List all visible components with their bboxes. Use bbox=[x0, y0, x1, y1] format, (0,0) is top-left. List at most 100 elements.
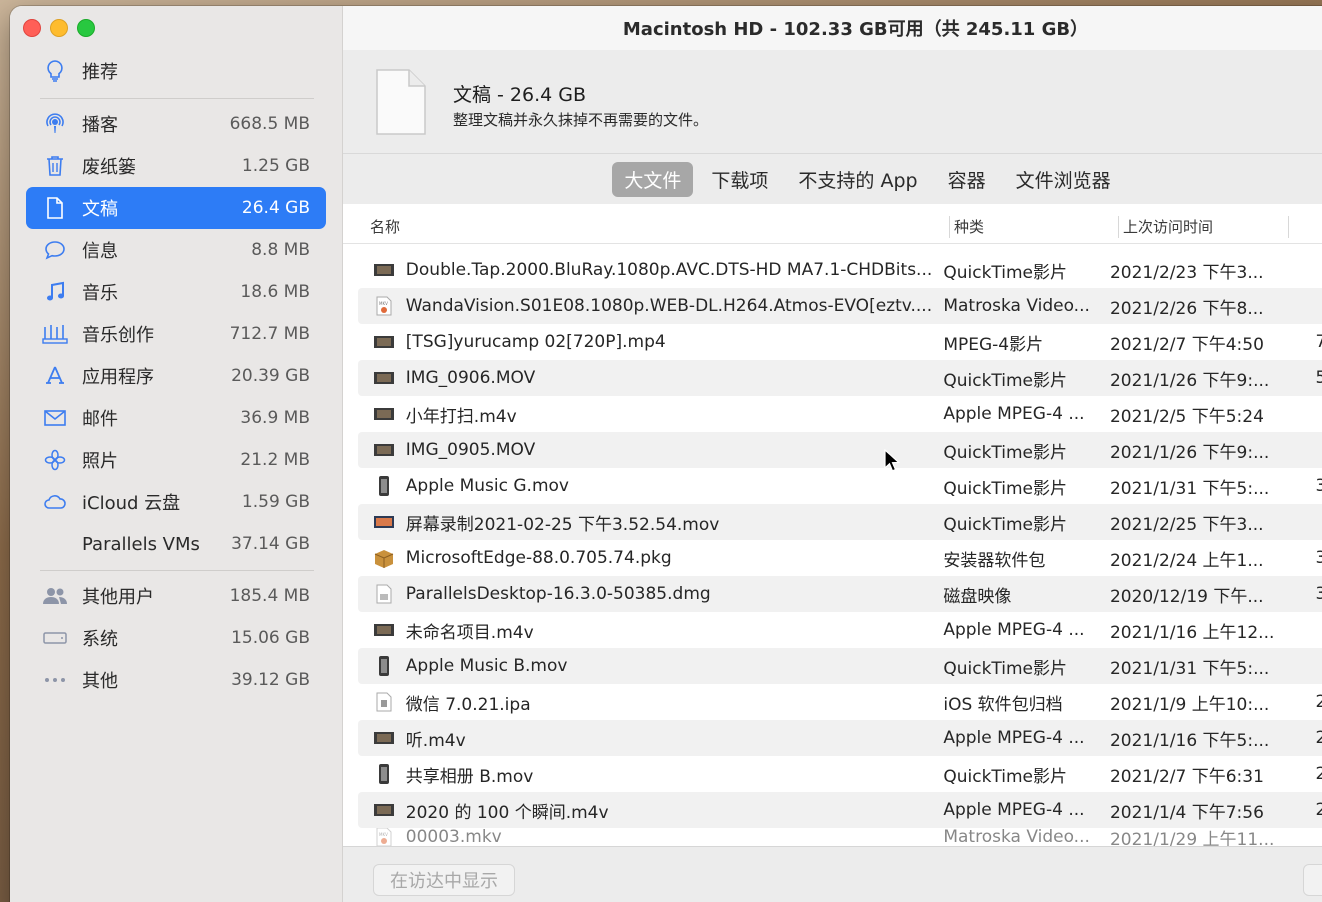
table-row[interactable]: 未命名项目.m4v Apple MPEG-4 ... 2021/1/16 上午12.… bbox=[358, 612, 1322, 648]
file-kind: MPEG-4影片 bbox=[943, 334, 1044, 355]
file-size: 4 bbox=[1288, 440, 1322, 460]
table-row[interactable]: Apple Music G.mov QuickTime影片 2021/1/31 下午… bbox=[358, 468, 1322, 504]
sidebar-item-icloud-drive[interactable]: iCloud 云盘 1.59 GB bbox=[26, 481, 326, 523]
delete-button[interactable] bbox=[1303, 864, 1322, 896]
sidebar-item-trash[interactable]: 废纸篓 1.25 GB bbox=[26, 145, 326, 187]
sidebar-item-music-creation[interactable]: 音乐创作 712.7 MB bbox=[26, 313, 326, 355]
file-size: 287 bbox=[1315, 692, 1322, 712]
table-row[interactable]: 小年打扫.m4v Apple MPEG-4 ... 2021/2/5 下午5:24 4… bbox=[358, 396, 1322, 432]
file-last-access: 2021/2/7 下午6:31 bbox=[1109, 766, 1264, 787]
photos-icon bbox=[40, 445, 70, 475]
sidebar-item-messages[interactable]: 信息 8.8 MB bbox=[26, 229, 326, 271]
table-row[interactable]: IMG_0905.MOV QuickTime影片 2021/1/26 下午9:...… bbox=[358, 432, 1322, 468]
table-row[interactable]: 共享相册 B.mov QuickTime影片 2021/2/7 下午6:31 258 bbox=[358, 756, 1322, 792]
table-header: 名称 种类 上次访问时间 bbox=[343, 204, 1322, 244]
file-kind: QuickTime影片 bbox=[943, 478, 1068, 499]
category-description: 整理文稿并永久抹掉不再需要的文件。 bbox=[453, 111, 709, 129]
file-kind: QuickTime影片 bbox=[943, 370, 1068, 391]
table-row[interactable]: MKV WandaVision.S01E08.1080p.WEB-DL.H264.… bbox=[358, 288, 1322, 324]
file-last-access: 2020/12/19 下午... bbox=[1109, 586, 1264, 607]
sidebar: 推荐 播客 668.5 MB 废纸篓 1.25 GB 文稿 26.4 GB 信息… bbox=[10, 6, 343, 902]
sidebar-item-photos[interactable]: 照片 21.2 MB bbox=[26, 439, 326, 481]
file-kind: Matroska Video... bbox=[943, 828, 1090, 846]
sidebar-item-recommendations[interactable]: 推荐 bbox=[26, 50, 326, 92]
table-row[interactable]: 听.m4v Apple MPEG-4 ... 2021/1/16 下午5:... 26… bbox=[358, 720, 1322, 756]
table-row[interactable]: 2020 的 100 个瞬间.m4v Apple MPEG-4 ... 2021/1… bbox=[358, 792, 1322, 828]
file-name: ParallelsDesktop-16.3.0-50385.dmg bbox=[405, 584, 711, 604]
file-name: [TSG]yurucamp 02[720P].mp4 bbox=[405, 332, 666, 352]
file-name: 共享相册 B.mov bbox=[405, 766, 534, 787]
video-thumbnail-icon bbox=[372, 800, 396, 820]
sidebar-item-mail[interactable]: 邮件 36.9 MB bbox=[26, 397, 326, 439]
column-header-kind[interactable]: 种类 bbox=[954, 216, 984, 237]
zoom-window-button[interactable] bbox=[77, 19, 95, 37]
minimize-window-button[interactable] bbox=[50, 19, 68, 37]
file-kind: QuickTime影片 bbox=[943, 262, 1068, 283]
video-thumbnail-icon bbox=[372, 404, 396, 424]
file-size: 319 bbox=[1315, 548, 1322, 568]
table-row[interactable]: MKV 00003.mkv Matroska Video... 2021/1/29 上… bbox=[358, 828, 1322, 846]
category-title: 文稿 - 26.4 GB bbox=[453, 84, 587, 106]
sidebar-item-music[interactable]: 音乐 18.6 MB bbox=[26, 271, 326, 313]
phone-video-icon bbox=[372, 656, 396, 676]
tab-downloads[interactable]: 下载项 bbox=[699, 162, 780, 197]
column-header-last-access[interactable]: 上次访问时间 bbox=[1123, 216, 1213, 237]
table-row[interactable]: MicrosoftEdge-88.0.705.74.pkg 安装器软件包 2021/… bbox=[358, 540, 1322, 576]
tab-unsupported-apps[interactable]: 不支持的 App bbox=[786, 162, 929, 197]
sidebar-item-parallels-vms[interactable]: Parallels VMs 37.14 GB bbox=[26, 523, 326, 565]
sidebar-item-applications[interactable]: 应用程序 20.39 GB bbox=[26, 355, 326, 397]
file-kind: Apple MPEG-4 ... bbox=[943, 620, 1085, 640]
sidebar-item-label: Parallels VMs bbox=[82, 533, 200, 555]
sidebar-item-other[interactable]: 其他 39.12 GB bbox=[26, 659, 326, 701]
sidebar-item-size: 1.25 GB bbox=[241, 156, 310, 176]
music-note-icon bbox=[40, 277, 70, 307]
sidebar-item-size: 18.6 MB bbox=[240, 282, 310, 302]
sidebar-item-documents[interactable]: 文稿 26.4 GB bbox=[26, 187, 326, 229]
column-divider[interactable] bbox=[1118, 216, 1119, 238]
file-name: WandaVision.S01E08.1080p.WEB-DL.H264.Atm… bbox=[405, 296, 933, 316]
sidebar-item-size: 1.59 GB bbox=[241, 492, 310, 512]
column-divider[interactable] bbox=[949, 216, 950, 238]
file-name: Apple Music B.mov bbox=[405, 656, 568, 676]
cloud-icon bbox=[40, 487, 70, 517]
tab-file-browser[interactable]: 文件浏览器 bbox=[1004, 162, 1123, 197]
table-row[interactable]: 屏幕录制2021-02-25 下午3.52.54.mov QuickTime影片 2… bbox=[358, 504, 1322, 540]
sidebar-item-label: 照片 bbox=[82, 451, 118, 472]
sidebar-item-size: 39.12 GB bbox=[231, 670, 310, 690]
tab-large-files[interactable]: 大文件 bbox=[612, 161, 694, 197]
sidebar-item-label: 播客 bbox=[82, 115, 118, 136]
table-row[interactable]: Apple Music B.mov QuickTime影片 2021/1/31 下午… bbox=[358, 648, 1322, 684]
video-thumbnail-icon bbox=[372, 368, 396, 388]
file-list: Double.Tap.2000.BluRay.1080p.AVC.DTS-HD … bbox=[358, 252, 1322, 846]
sidebar-divider bbox=[40, 98, 314, 99]
column-divider[interactable] bbox=[1288, 216, 1289, 238]
table-row[interactable]: ParallelsDesktop-16.3.0-50385.dmg 磁盘映像 202… bbox=[358, 576, 1322, 612]
file-last-access: 2021/2/26 下午8... bbox=[1109, 298, 1264, 319]
show-in-finder-button[interactable]: 在访达中显示 bbox=[373, 864, 515, 896]
sidebar-item-label: 其他用户 bbox=[82, 587, 154, 608]
table-row[interactable]: Double.Tap.2000.BluRay.1080p.AVC.DTS-HD … bbox=[358, 252, 1322, 288]
file-name: Apple Music G.mov bbox=[405, 476, 569, 496]
sidebar-item-size: 37.14 GB bbox=[231, 534, 310, 554]
table-row[interactable]: [TSG]yurucamp 02[720P].mp4 MPEG-4影片 2021/2… bbox=[358, 324, 1322, 360]
file-last-access: 2021/1/26 下午9:... bbox=[1109, 370, 1270, 391]
phone-video-icon bbox=[372, 764, 396, 784]
file-last-access: 2021/2/7 下午4:50 bbox=[1109, 334, 1264, 355]
sidebar-item-label: 邮件 bbox=[82, 409, 118, 430]
table-row[interactable]: IMG_0906.MOV QuickTime影片 2021/1/26 下午9:...… bbox=[358, 360, 1322, 396]
video-thumbnail-icon bbox=[372, 440, 396, 460]
sidebar-item-other-users[interactable]: 其他用户 185.4 MB bbox=[26, 575, 326, 617]
sidebar-item-podcasts[interactable]: 播客 668.5 MB bbox=[26, 103, 326, 145]
window-titlebar: Macintosh HD - 102.33 GB可用（共 245.11 GB） bbox=[343, 6, 1322, 50]
sidebar-item-system[interactable]: 系统 15.06 GB bbox=[26, 617, 326, 659]
sidebar-item-size: 15.06 GB bbox=[231, 628, 310, 648]
table-row[interactable]: 微信 7.0.21.ipa iOS 软件包归档 2021/1/9 上午10:... 2… bbox=[358, 684, 1322, 720]
mkv-file-icon: MKV bbox=[372, 296, 396, 316]
mail-icon bbox=[40, 403, 70, 433]
file-name: IMG_0905.MOV bbox=[405, 440, 536, 460]
close-window-button[interactable] bbox=[23, 19, 41, 37]
sidebar-item-size: 185.4 MB bbox=[229, 586, 310, 606]
tab-containers[interactable]: 容器 bbox=[936, 162, 998, 197]
column-header-name[interactable]: 名称 bbox=[370, 216, 400, 237]
sidebar-item-label: 推荐 bbox=[82, 62, 118, 83]
